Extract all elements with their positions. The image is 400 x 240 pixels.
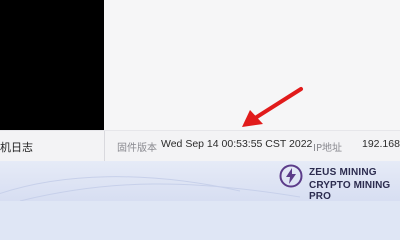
watermark-title: ZEUS MINING — [309, 167, 377, 178]
lightning-circle-icon — [279, 164, 303, 188]
zeus-mining-watermark: ZEUS MINING CRYPTO MINING PRO — [279, 164, 397, 202]
status-bar: 机日志 固件版本 Wed Sep 14 00:53:55 CST 2022 IP… — [0, 130, 400, 161]
status-divider — [104, 131, 105, 161]
ip-address-value: 192.168. — [362, 138, 400, 150]
firmware-version-label: 固件版本 — [117, 143, 157, 154]
console-panel — [0, 0, 104, 130]
ip-address-label: IP地址 — [313, 143, 342, 154]
firmware-version-value: Wed Sep 14 00:53:55 CST 2022 — [161, 138, 313, 150]
watermark-subtitle: CRYPTO MINING PRO — [309, 180, 391, 202]
sidebar-item-log[interactable]: 机日志 — [0, 139, 33, 155]
main-content-area — [104, 0, 400, 130]
